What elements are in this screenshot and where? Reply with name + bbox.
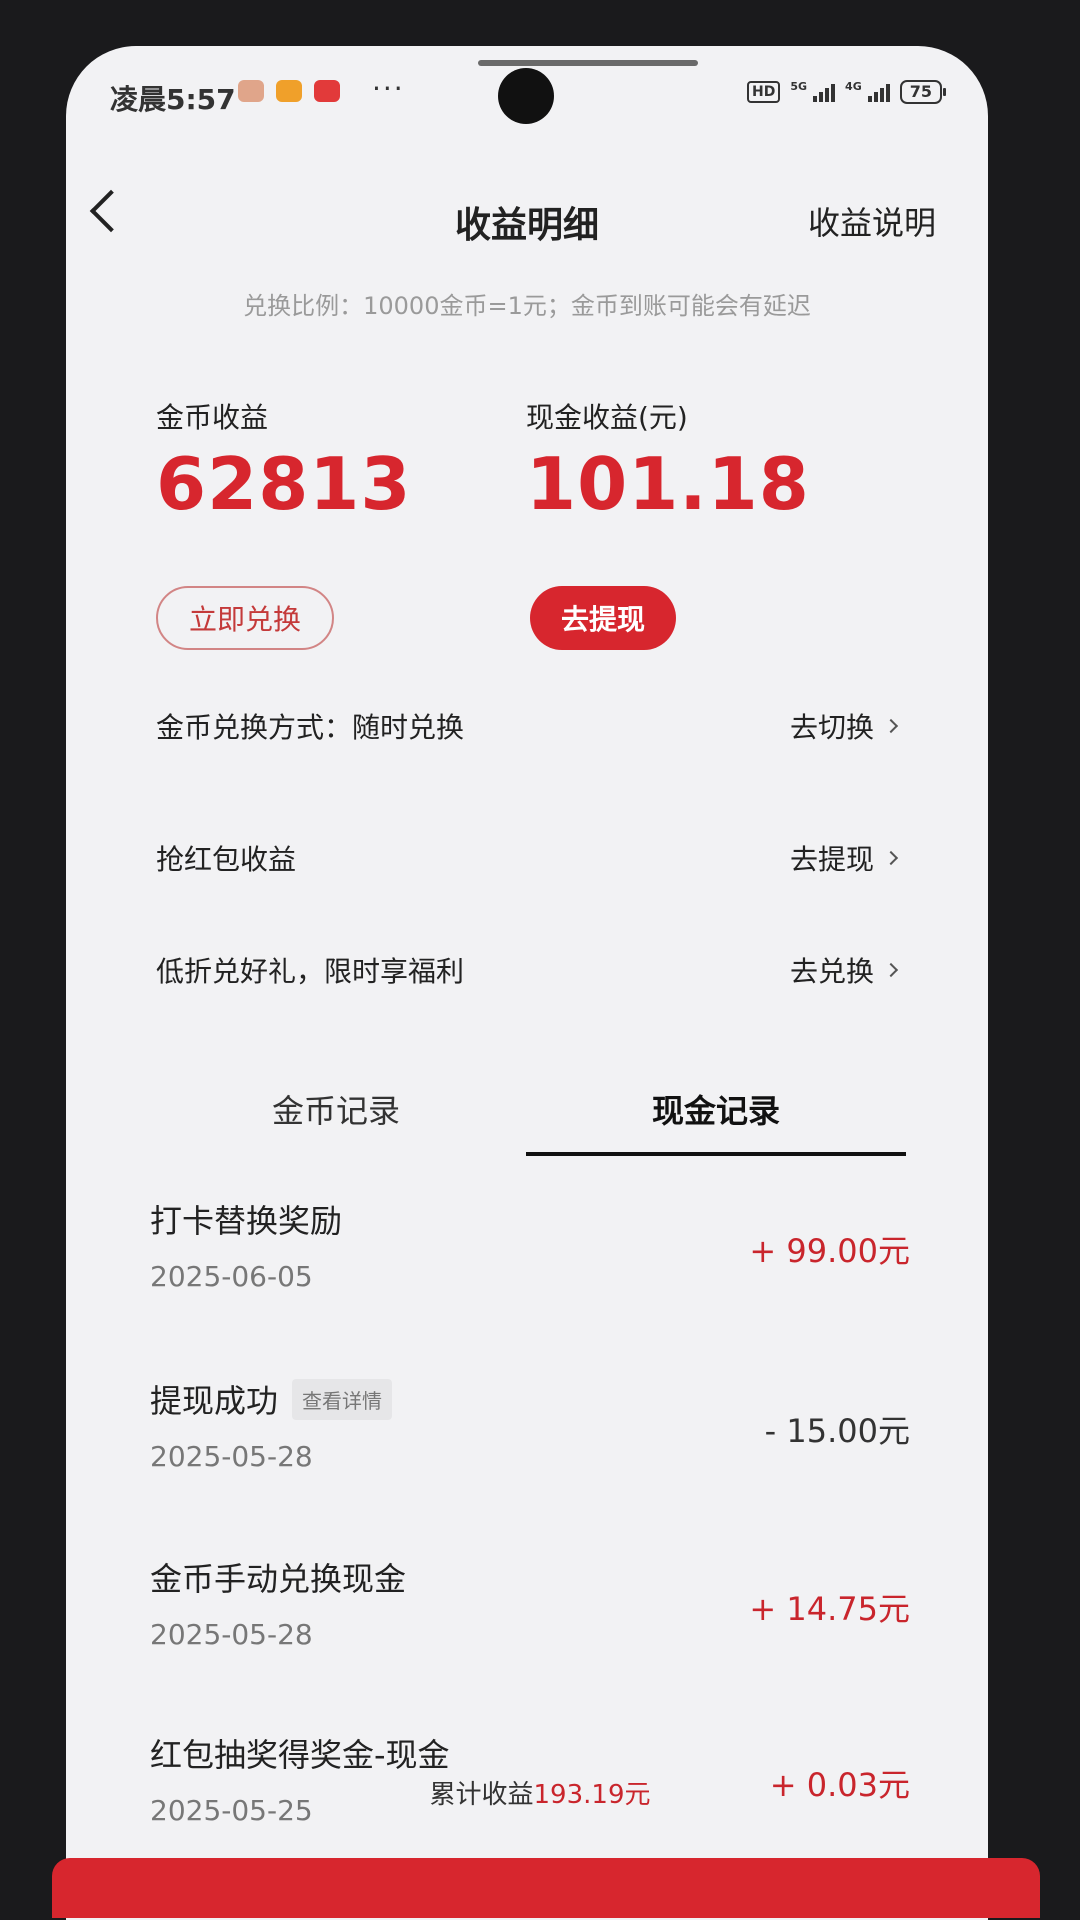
- row-action-label: 去切换: [789, 711, 874, 744]
- row-action[interactable]: 去兑换: [789, 950, 899, 990]
- notification-icons: [238, 80, 340, 102]
- exchange-now-button[interactable]: 立即兑换: [156, 586, 334, 650]
- record-title: 红包抽奖得奖金-现金: [150, 1736, 450, 1774]
- coin-balance-label: 金币收益: [156, 401, 269, 434]
- chevron-right-icon: [883, 718, 899, 734]
- nav-bar: 收益明细 收益说明: [66, 156, 988, 266]
- row-label: 低折兑好礼，限时享福利: [156, 955, 465, 988]
- record-amount: + 99.00元: [749, 1232, 910, 1270]
- status-bar: 凌晨5:57 ··· HD 5G 4G 75: [66, 46, 988, 136]
- record-amount: + 14.75元: [749, 1590, 910, 1628]
- total-earnings-label: 累计收益: [429, 1780, 534, 1810]
- network-5g-label: 5G: [790, 80, 808, 93]
- more-notifications-icon: ···: [372, 72, 405, 105]
- list-item: 打卡替换奖励 2025-06-05 + 99.00元: [150, 1196, 910, 1306]
- battery-icon: 75: [899, 80, 947, 104]
- withdraw-button[interactable]: 去提现: [530, 586, 676, 650]
- record-title: 打卡替换奖励: [150, 1202, 343, 1240]
- chevron-right-icon: [883, 962, 899, 978]
- cash-balance-value: 101.18: [526, 442, 810, 526]
- cash-balance-label: 现金收益(元): [526, 401, 688, 434]
- app-notification-icon: [276, 80, 302, 102]
- record-title: 金币手动兑换现金: [150, 1560, 407, 1598]
- list-item: 提现成功 查看详情 2025-05-28 - 15.00元: [150, 1376, 910, 1486]
- cash-balance: 现金收益(元) 101.18: [526, 396, 810, 524]
- app-notification-icon: [314, 80, 340, 102]
- status-time: 凌晨5:57: [110, 83, 236, 116]
- coin-balance-value: 62813: [156, 442, 412, 526]
- app-notification-icon: [238, 80, 264, 102]
- row-label: 抢红包收益: [156, 843, 297, 876]
- exchange-rate-notice: 兑换比例：10000金币=1元；金币到账可能会有延迟: [243, 292, 811, 320]
- signal-icon: [867, 82, 890, 102]
- record-title: 提现成功: [150, 1382, 279, 1420]
- row-label: 金币兑换方式：随时兑换: [156, 711, 465, 744]
- tab-cash-records[interactable]: 现金记录: [526, 1076, 906, 1156]
- network-4g-label: 4G: [845, 80, 862, 93]
- discount-gifts-row[interactable]: 低折兑好礼，限时享福利 去兑换: [156, 940, 899, 1000]
- row-action[interactable]: 去提现: [789, 838, 899, 878]
- status-right: HD 5G 4G 75: [747, 80, 947, 104]
- earnings-explanation-link[interactable]: 收益说明: [808, 198, 936, 244]
- list-item: 金币手动兑换现金 2025-05-28 + 14.75元: [150, 1554, 910, 1664]
- bottom-action-bar[interactable]: [52, 1858, 1040, 1918]
- hd-icon: HD: [747, 81, 781, 103]
- view-details-button[interactable]: 查看详情: [292, 1378, 393, 1420]
- exchange-mode-row[interactable]: 金币兑换方式：随时兑换 去切换: [156, 696, 899, 756]
- chevron-right-icon: [883, 850, 899, 866]
- red-packet-earnings-row[interactable]: 抢红包收益 去提现: [156, 828, 899, 888]
- row-action[interactable]: 去切换: [789, 706, 899, 746]
- record-amount: - 15.00元: [764, 1412, 910, 1450]
- total-earnings-value: 193.19元: [533, 1780, 651, 1810]
- record-tabs: 金币记录 现金记录: [146, 1076, 906, 1156]
- total-earnings: 累计收益193.19元: [0, 1774, 1080, 1811]
- phone-screen: 凌晨5:57 ··· HD 5G 4G 75 收益明细 收益说明 兑换比例：10…: [66, 46, 988, 1920]
- row-action-label: 去提现: [789, 843, 874, 876]
- front-camera: [498, 68, 554, 124]
- signal-icon: [813, 82, 836, 102]
- coin-balance: 金币收益 62813: [156, 396, 412, 524]
- tab-coin-records[interactable]: 金币记录: [146, 1076, 526, 1156]
- row-action-label: 去兑换: [789, 955, 874, 988]
